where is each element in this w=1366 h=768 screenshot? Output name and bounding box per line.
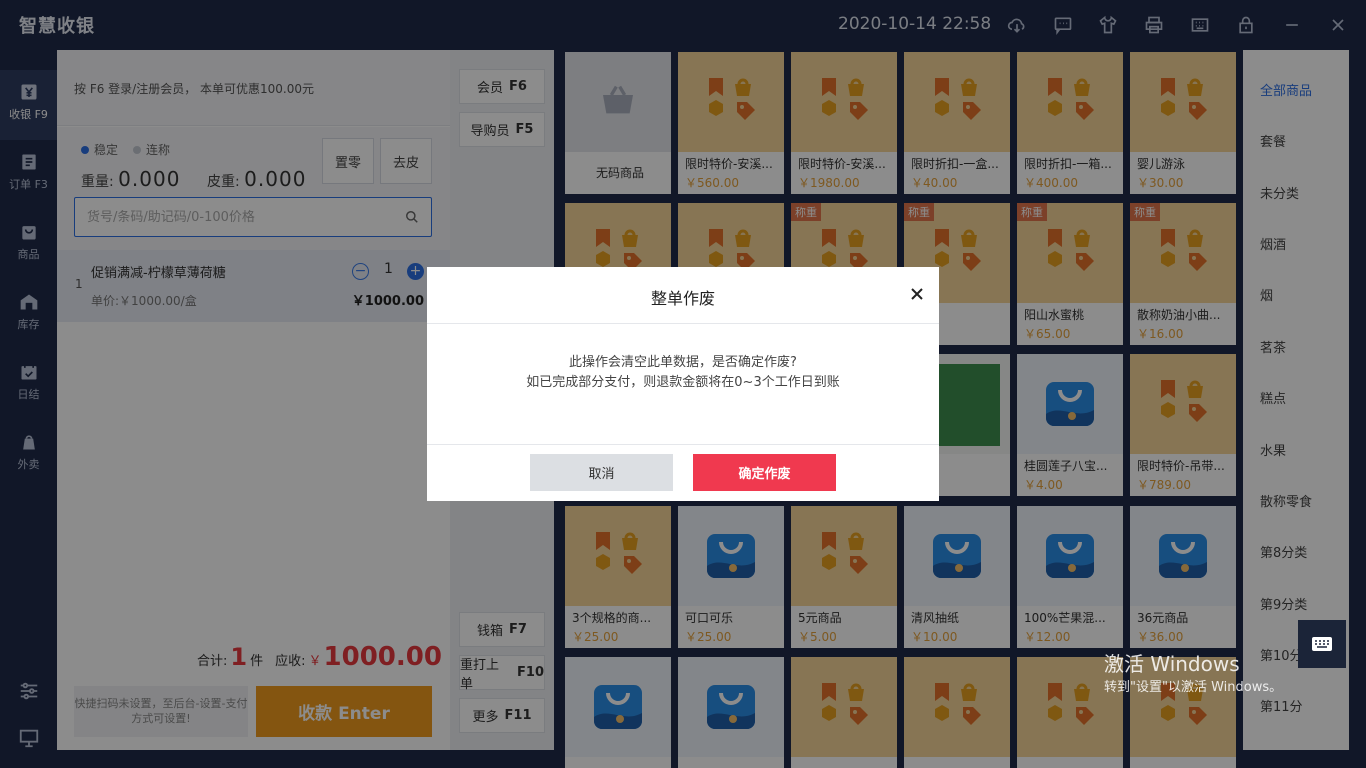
dialog-message: 此操作会清空此单数据，是否确定作废? 如已完成部分支付，则退款金额将在0~3个工… — [427, 353, 939, 393]
keyboard-icon — [1312, 637, 1332, 651]
windows-activation-subtitle: 转到"设置"以激活 Windows。 — [1104, 680, 1283, 695]
divider — [427, 444, 939, 445]
dialog-close-icon[interactable] — [909, 286, 925, 302]
confirm-void-button[interactable]: 确定作废 — [693, 454, 836, 491]
dialog-title: 整单作废 — [650, 289, 715, 308]
keyboard-toggle-button[interactable] — [1298, 620, 1346, 668]
dialog-message-line1: 此操作会清空此单数据，是否确定作废? — [569, 355, 797, 370]
cancel-button[interactable]: 取消 — [530, 454, 673, 491]
dialog-message-line2: 如已完成部分支付，则退款金额将在0~3个工作日到账 — [526, 375, 840, 390]
windows-activation-title: 激活 Windows — [1104, 652, 1240, 676]
divider — [427, 323, 939, 324]
void-order-dialog: 整单作废 此操作会清空此单数据，是否确定作废? 如已完成部分支付，则退款金额将在… — [427, 267, 939, 501]
